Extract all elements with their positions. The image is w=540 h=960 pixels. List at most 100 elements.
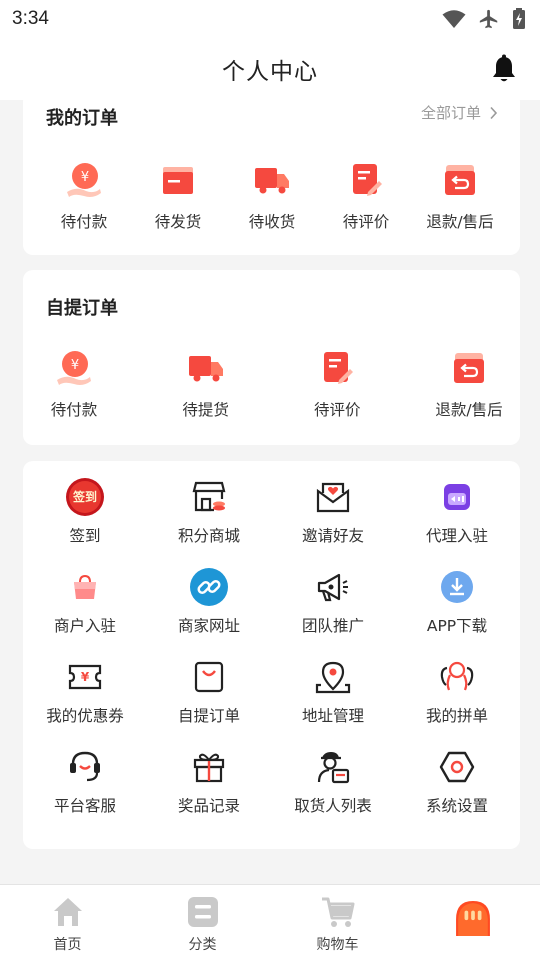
review-icon [324, 352, 354, 384]
service-coupons[interactable]: ¥ 我的优惠券 [23, 657, 147, 735]
order-pending-review[interactable]: 待评价 [319, 160, 413, 232]
service-agent[interactable]: 代理入驻 [395, 477, 519, 555]
service-merchant-url[interactable]: 商家网址 [147, 567, 271, 645]
service-label: 邀请好友 [301, 527, 364, 545]
order-item-label: 待收货 [248, 213, 296, 231]
status-icons [442, 8, 526, 30]
service-pickup-persons[interactable]: 取货人列表 [271, 747, 395, 825]
service-label: 自提订单 [177, 707, 240, 725]
agent-icon [437, 477, 477, 517]
megaphone-icon [313, 567, 353, 607]
payment-icon: ¥ [67, 163, 101, 197]
status-time: 3:34 [12, 8, 49, 29]
service-settings[interactable]: 系统设置 [395, 747, 519, 825]
my-orders-title: 我的订单 [46, 108, 118, 129]
svg-text:¥: ¥ [81, 670, 90, 684]
order-item-label: 退款/售后 [426, 213, 494, 231]
wifi-icon [442, 10, 466, 28]
service-label: 我的拼单 [425, 707, 488, 725]
payment-icon: ¥ [57, 351, 91, 385]
service-label: 平台客服 [53, 797, 116, 815]
pickup-orders-title: 自提订单 [46, 298, 118, 319]
settings-icon [437, 747, 477, 787]
download-icon [437, 567, 477, 607]
service-label: 取货人列表 [294, 797, 372, 815]
all-orders-link[interactable]: 全部订单 [421, 102, 498, 123]
order-pending-receive[interactable]: 待收货 [225, 160, 319, 232]
points-mall-icon [189, 477, 229, 517]
airplane-icon [479, 9, 498, 29]
order-item-label: 待发货 [154, 213, 202, 231]
service-app-download[interactable]: APP下载 [395, 567, 519, 645]
bottom-tab-bar: 首页 分类 购物车 [0, 884, 540, 960]
svg-text:¥: ¥ [71, 358, 79, 373]
service-team-promo[interactable]: 团队推广 [271, 567, 395, 645]
order-pending-payment[interactable]: ¥ 待付款 [37, 160, 131, 232]
service-label: 奖品记录 [177, 797, 240, 815]
signin-badge-text: 签到 [72, 489, 97, 504]
service-label: 代理入驻 [425, 527, 488, 545]
page-title: 个人中心 [222, 59, 318, 85]
shopping-bag-icon [189, 657, 229, 697]
order-item-label: 待付款 [60, 213, 108, 231]
service-pickup-orders[interactable]: 自提订单 [147, 657, 271, 735]
notification-bell-icon[interactable] [490, 54, 518, 84]
service-customer-service[interactable]: 平台客服 [23, 747, 147, 825]
my-orders-card: 我的订单 全部订单 ¥ 待付款 待发货 待收货 待评价 退款/售后 [23, 92, 520, 255]
service-points-mall[interactable]: 积分商城 [147, 477, 271, 555]
ship-box-icon [163, 167, 193, 194]
tab-home[interactable]: 首页 [0, 885, 135, 960]
delivery-truck-icon [188, 356, 223, 382]
service-label: 团队推广 [301, 617, 364, 635]
tab-profile[interactable] [405, 885, 540, 960]
link-icon [189, 567, 229, 607]
tab-cart[interactable]: 购物车 [270, 885, 405, 960]
service-label: 商户入驻 [53, 617, 116, 635]
tab-category[interactable]: 分类 [135, 885, 270, 960]
coupon-icon: ¥ [65, 657, 105, 697]
tab-label: 购物车 [316, 937, 359, 953]
service-prize-records[interactable]: 奖品记录 [147, 747, 271, 825]
headset-icon [65, 747, 105, 787]
status-bar: 3:34 [0, 0, 540, 38]
order-item-label: 待评价 [342, 213, 390, 231]
service-group-buy[interactable]: 我的拼单 [395, 657, 519, 735]
services-grid: 签到 签到 积分商城 邀请好友 代理入驻 商户入驻 商家网址 团队推广 APP下… [23, 477, 520, 825]
services-card: 签到 签到 积分商城 邀请好友 代理入驻 商户入驻 商家网址 团队推广 APP下… [23, 461, 520, 849]
refund-icon [453, 353, 484, 383]
svg-text:¥: ¥ [81, 170, 89, 185]
all-orders-label: 全部订单 [420, 104, 481, 122]
tab-label: 分类 [188, 937, 217, 953]
service-invite[interactable]: 邀请好友 [271, 477, 395, 555]
service-address[interactable]: 地址管理 [271, 657, 395, 735]
service-label: 我的优惠券 [46, 707, 124, 725]
gift-icon [189, 747, 229, 787]
pickup-orders-card: 自提订单 ¥ 待付款 待提货 待评价 退款/售后 [23, 270, 520, 445]
profile-icon [455, 901, 490, 936]
order-pending-ship[interactable]: 待发货 [131, 160, 225, 232]
service-merchant[interactable]: 商户入驻 [23, 567, 147, 645]
page-header: 个人中心 [0, 38, 540, 100]
order-item-label: 待付款 [50, 401, 98, 419]
pickup-refund[interactable]: 退款/售后 [422, 348, 516, 420]
group-buy-icon [437, 657, 477, 697]
pickup-person-icon [313, 747, 353, 787]
category-icon [187, 897, 218, 927]
order-item-label: 退款/售后 [435, 401, 503, 419]
delivery-truck-icon [255, 168, 289, 194]
invite-icon [313, 477, 353, 517]
pickup-pending-payment[interactable]: ¥ 待付款 [27, 348, 121, 420]
order-item-label: 待评价 [314, 401, 361, 419]
tab-label: 首页 [53, 937, 82, 953]
chevron-right-icon [490, 106, 498, 119]
merchant-icon [65, 567, 105, 607]
order-refund[interactable]: 退款/售后 [413, 160, 507, 232]
service-label: 签到 [69, 527, 101, 545]
pickup-pending-review[interactable]: 待评价 [290, 348, 384, 420]
cart-icon [321, 897, 354, 927]
pickup-pending-pickup[interactable]: 待提货 [159, 348, 253, 420]
service-label: 积分商城 [177, 527, 240, 545]
order-item-label: 待提货 [182, 401, 229, 419]
service-signin[interactable]: 签到 签到 [23, 477, 147, 555]
home-icon [53, 898, 82, 926]
